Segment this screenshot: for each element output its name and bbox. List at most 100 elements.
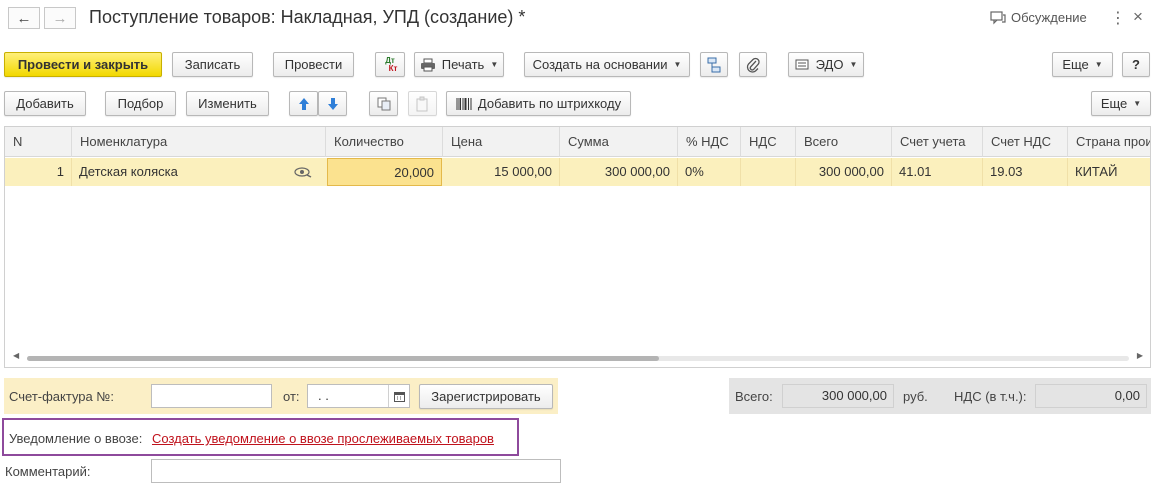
forward-button[interactable]: →: [44, 7, 76, 29]
add-row-label: Добавить: [16, 96, 74, 111]
post-label: Провести: [284, 57, 343, 72]
paste-icon: [416, 96, 427, 111]
invoice-number-input[interactable]: [151, 384, 272, 408]
pick-label: Подбор: [117, 96, 164, 111]
goods-table[interactable]: N Номенклатура Количество Цена Сумма % Н…: [4, 126, 1151, 368]
dt-kt-button[interactable]: Дт Кт: [375, 52, 405, 77]
save-button[interactable]: Записать: [172, 52, 253, 77]
cell-account[interactable]: 41.01: [892, 158, 983, 186]
barcode-icon: [456, 97, 472, 110]
column-header-price[interactable]: Цена: [443, 127, 560, 157]
move-up-button[interactable]: [289, 91, 318, 116]
column-header-quantity[interactable]: Количество: [326, 127, 443, 157]
chat-icon: [990, 10, 1006, 24]
more-label: Еще: [1062, 57, 1089, 72]
cell-quantity[interactable]: 20,000: [327, 158, 442, 186]
caret-down-icon: ▼: [673, 60, 682, 69]
import-notice-label: Уведомление о ввозе:: [9, 431, 143, 446]
add-row-button[interactable]: Добавить: [4, 91, 86, 116]
currency-label: руб.: [903, 389, 928, 404]
column-header-sum[interactable]: Сумма: [560, 127, 678, 157]
cell-vat-account[interactable]: 19.03: [983, 158, 1068, 186]
cell-total[interactable]: 300 000,00: [796, 158, 892, 186]
cell-country[interactable]: КИТАЙ: [1068, 158, 1150, 186]
invoice-date-label: от:: [283, 389, 300, 404]
total-label: Всего:: [735, 389, 773, 404]
close-icon[interactable]: ×: [1133, 7, 1143, 27]
structure-button[interactable]: [700, 52, 728, 77]
horizontal-scrollbar[interactable]: ◀ ▶: [13, 351, 1143, 362]
comment-input[interactable]: [151, 459, 561, 483]
save-label: Записать: [184, 57, 241, 72]
table-more-label: Еще: [1100, 96, 1128, 111]
attach-button[interactable]: [739, 52, 767, 77]
scroll-right-icon[interactable]: ▶: [1137, 351, 1143, 360]
column-header-account[interactable]: Счет учета: [892, 127, 983, 157]
vat-total-label: НДС (в т.ч.):: [954, 389, 1027, 404]
arrow-down-icon: [327, 97, 338, 110]
more-button[interactable]: Еще ▼: [1052, 52, 1113, 77]
column-header-vat-account[interactable]: Счет НДС: [983, 127, 1068, 157]
column-header-total[interactable]: Всего: [796, 127, 892, 157]
caret-down-icon: ▼: [849, 60, 858, 69]
table-more-button[interactable]: Еще ▼: [1091, 91, 1151, 116]
column-header-country[interactable]: Страна прои: [1068, 127, 1150, 157]
pick-button[interactable]: Подбор: [105, 91, 176, 116]
column-header-vat-rate[interactable]: % НДС: [678, 127, 741, 157]
post-and-close-button[interactable]: Провести и закрыть: [4, 52, 162, 77]
table-header: N Номенклатура Количество Цена Сумма % Н…: [5, 127, 1150, 157]
print-label: Печать: [441, 57, 485, 72]
register-invoice-label: Зарегистрировать: [431, 389, 541, 404]
calendar-icon: [393, 391, 405, 402]
create-import-notice-link[interactable]: Создать уведомление о ввозе прослеживаем…: [152, 431, 494, 446]
calendar-button[interactable]: [388, 385, 409, 407]
cell-price[interactable]: 15 000,00: [443, 158, 560, 186]
arrow-left-icon: ←: [16, 9, 32, 27]
print-button[interactable]: Печать ▼: [414, 52, 504, 77]
add-by-barcode-button[interactable]: Добавить по штрихкоду: [446, 91, 631, 116]
caret-down-icon: ▼: [490, 60, 499, 69]
cell-n[interactable]: 1: [5, 158, 72, 186]
edit-button[interactable]: Изменить: [186, 91, 269, 116]
cell-vat[interactable]: [741, 158, 796, 186]
edo-label: ЭДО: [815, 57, 844, 72]
paste-button[interactable]: [408, 91, 437, 116]
create-based-on-label: Создать на основании: [532, 57, 668, 72]
total-value: 300 000,00: [782, 384, 894, 408]
cell-vat-rate[interactable]: 0%: [678, 158, 741, 186]
edit-label: Изменить: [198, 96, 257, 111]
open-item-icon[interactable]: [293, 165, 313, 182]
post-and-close-label: Провести и закрыть: [17, 57, 149, 72]
back-button[interactable]: ←: [8, 7, 40, 29]
vat-total-value: 0,00: [1035, 384, 1147, 408]
create-based-on-button[interactable]: Создать на основании ▼: [524, 52, 690, 77]
scrollbar-thumb[interactable]: [27, 356, 659, 361]
help-button[interactable]: ?: [1122, 52, 1150, 77]
column-header-n[interactable]: N: [5, 127, 72, 157]
table-row[interactable]: 1 Детская коляска 20,000 15 000,00 300 0…: [5, 158, 1150, 186]
printer-icon: [420, 58, 435, 71]
discussion-button[interactable]: Обсуждение: [990, 10, 1087, 25]
edo-icon: [795, 59, 809, 69]
move-down-button[interactable]: [318, 91, 347, 116]
paperclip-icon: [746, 57, 760, 73]
column-header-vat[interactable]: НДС: [741, 127, 796, 157]
scroll-left-icon[interactable]: ◀: [13, 351, 19, 360]
dt-kt-icon-kt: Кт: [388, 63, 398, 73]
invoice-date-value: . .: [318, 388, 329, 403]
window-title: Поступление товаров: Накладная, УПД (соз…: [89, 7, 526, 27]
caret-down-icon: ▼: [1094, 60, 1103, 69]
more-vertical-icon[interactable]: ⋮: [1110, 8, 1127, 28]
edo-button[interactable]: ЭДО ▼: [788, 52, 864, 77]
register-invoice-button[interactable]: Зарегистрировать: [419, 384, 553, 409]
copy-row-button[interactable]: [369, 91, 398, 116]
discussion-label: Обсуждение: [1011, 10, 1087, 25]
column-header-item[interactable]: Номенклатура: [72, 127, 326, 157]
cell-item[interactable]: Детская коляска: [72, 158, 290, 186]
copy-icon: [377, 97, 390, 110]
post-button[interactable]: Провести: [273, 52, 354, 77]
arrow-up-icon: [298, 97, 309, 110]
cell-sum[interactable]: 300 000,00: [560, 158, 678, 186]
comment-label: Комментарий:: [5, 464, 91, 479]
invoice-number-label: Счет-фактура №:: [9, 389, 114, 404]
